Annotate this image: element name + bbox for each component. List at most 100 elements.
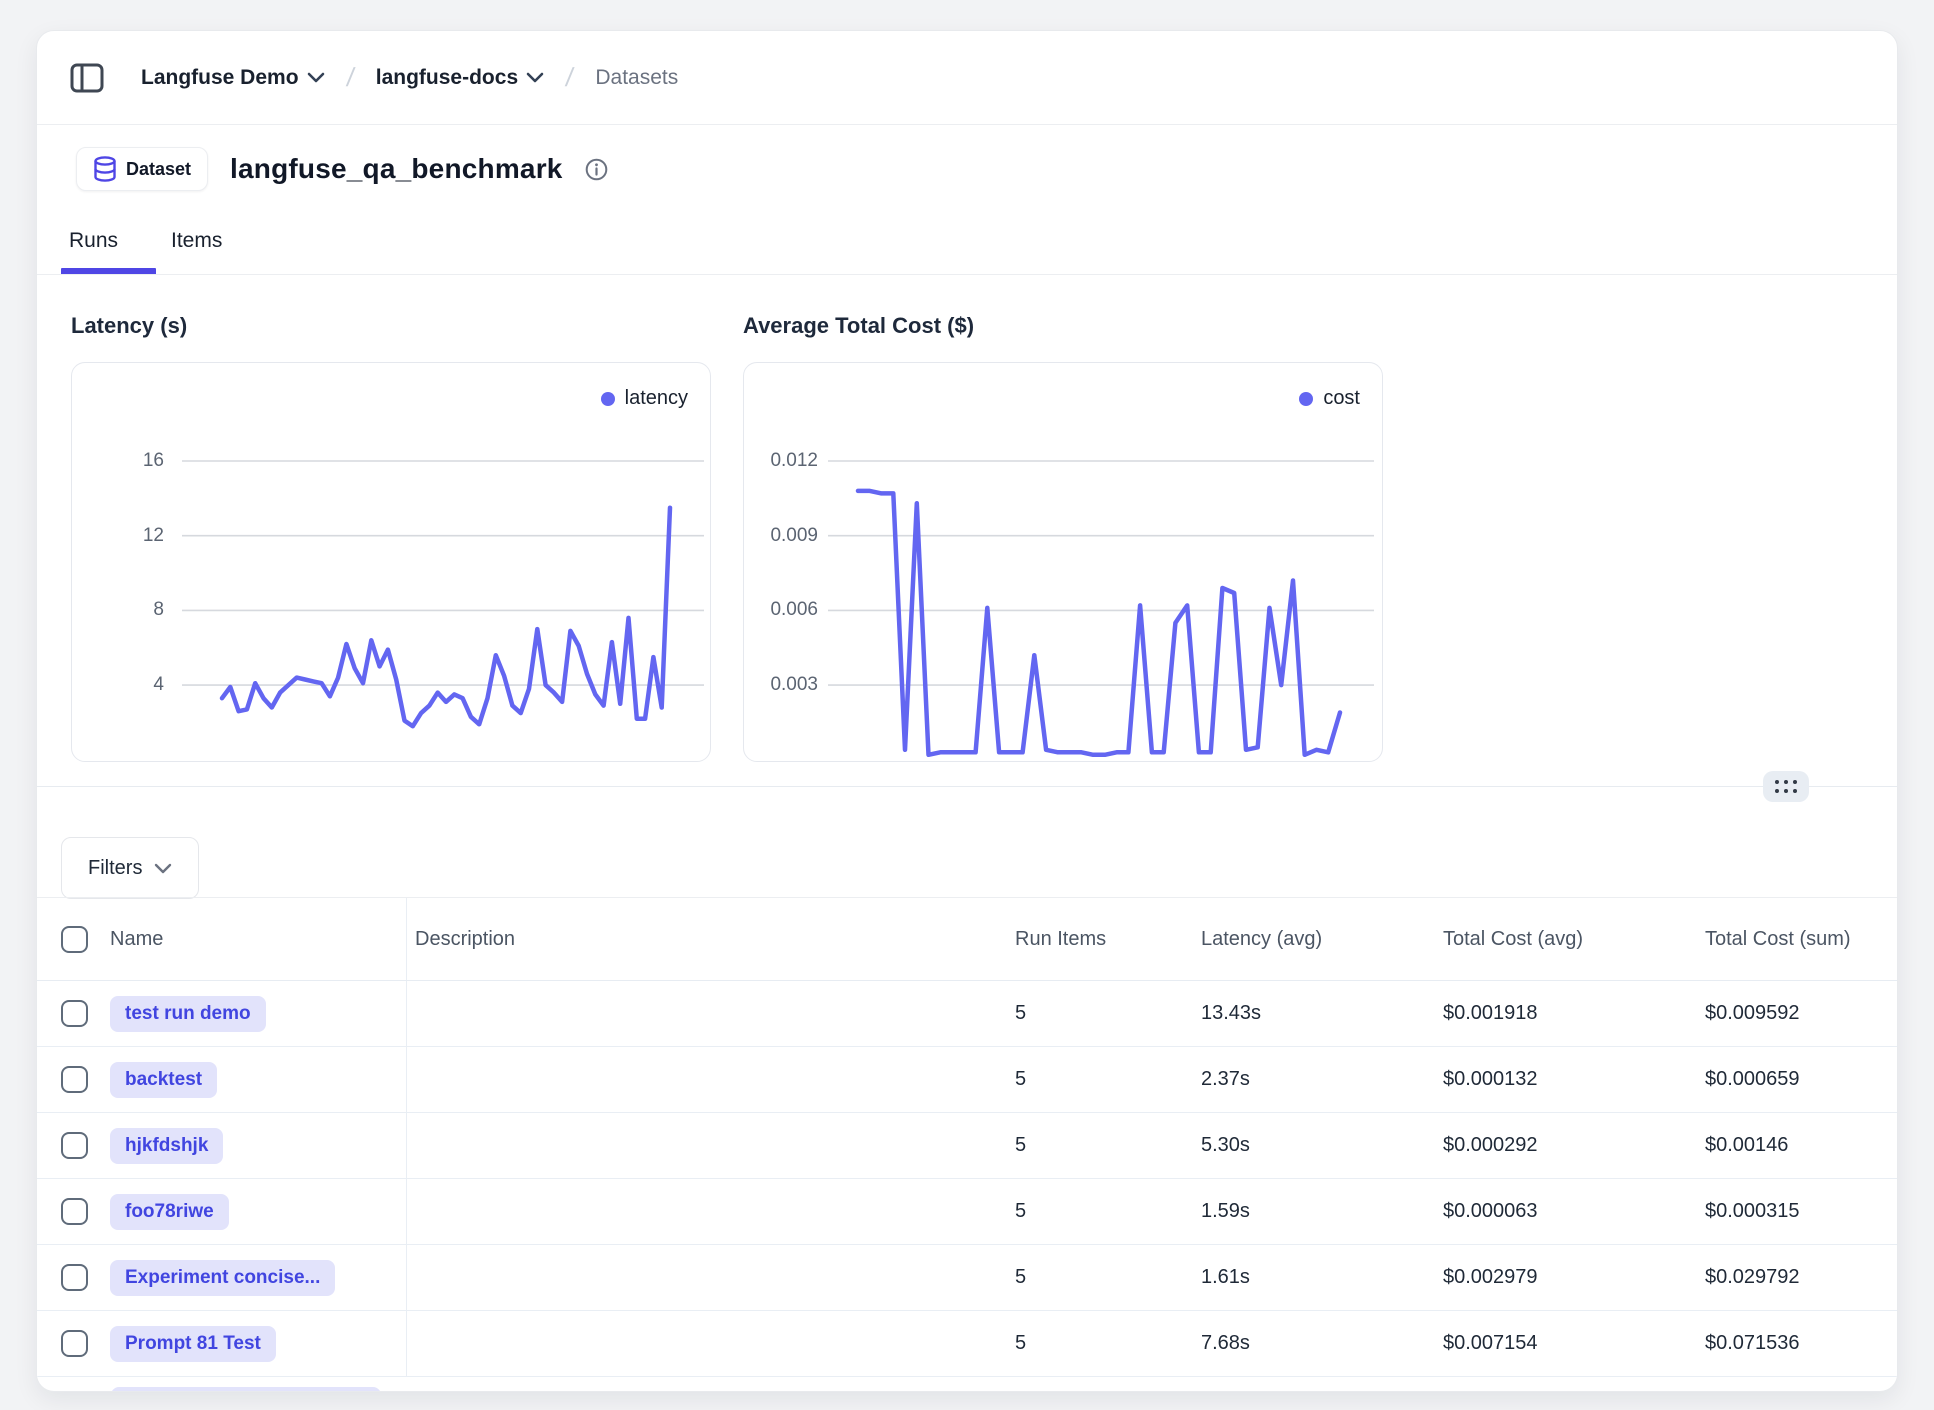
row-checkbox[interactable]: [61, 1264, 88, 1291]
chevron-down-icon: [307, 72, 325, 83]
cost-legend: cost: [1299, 387, 1360, 410]
breadcrumb-project[interactable]: langfuse-docs: [376, 66, 544, 90]
breadcrumb-datasets[interactable]: Datasets: [595, 66, 678, 90]
latency-line-plot: [72, 363, 712, 763]
app-window: Langfuse Demo / langfuse-docs / Datasets…: [36, 30, 1898, 1392]
row-checkbox[interactable]: [61, 1198, 88, 1225]
section-divider: [37, 786, 1897, 787]
run-items-cell: 5: [1007, 1134, 1193, 1157]
name-cell: Experiment concise...: [37, 1245, 407, 1310]
latency-avg-cell: 5.30s: [1193, 1134, 1435, 1157]
total-cost-sum-cell: $0.000659: [1697, 1068, 1897, 1091]
cost-line-plot: [744, 363, 1384, 763]
total-cost-avg-cell: $0.000132: [1435, 1068, 1697, 1091]
runs-table: Name Description Run Items Latency (avg)…: [37, 897, 1897, 1392]
cost-legend-label: cost: [1323, 387, 1360, 410]
name-cell: test run demo: [37, 981, 407, 1046]
run-items-cell: 5: [1007, 1266, 1193, 1289]
page-title: langfuse_qa_benchmark: [230, 153, 563, 185]
panel-left-icon: [70, 63, 104, 93]
legend-dot-icon: [601, 392, 615, 406]
cost-chart: 0.012 0.009 0.006 0.003 cost: [743, 362, 1383, 762]
total-cost-avg-cell: $0.007154: [1435, 1332, 1697, 1355]
header-total-cost-avg: Total Cost (avg): [1435, 928, 1697, 951]
total-cost-avg-cell: $0.002979: [1435, 1266, 1697, 1289]
breadcrumb-org[interactable]: Langfuse Demo: [141, 66, 325, 90]
run-name-badge[interactable]: foo78riwe: [110, 1194, 229, 1230]
row-checkbox[interactable]: [61, 1330, 88, 1357]
table-row[interactable]: Experiment concise... 5 1.61s $0.002979 …: [37, 1245, 1897, 1311]
latency-avg-cell: 13.43s: [1193, 1002, 1435, 1025]
tabs-divider: [37, 274, 1897, 275]
legend-dot-icon: [1299, 392, 1313, 406]
total-cost-sum-cell: $0.029792: [1697, 1266, 1897, 1289]
cost-ytick-0009: 0.009: [744, 523, 818, 549]
header-description: Description: [407, 928, 1007, 951]
run-items-cell: 5: [1007, 1002, 1193, 1025]
total-cost-avg-cell: $0.000063: [1435, 1200, 1697, 1223]
latency-ytick-16: 16: [72, 448, 164, 474]
filters-button[interactable]: Filters: [61, 837, 199, 899]
run-name-badge[interactable]: backtest: [110, 1062, 217, 1098]
latency-avg-cell: 1.61s: [1193, 1266, 1435, 1289]
table-row[interactable]: foo78riwe 5 1.59s $0.000063 $0.000315: [37, 1179, 1897, 1245]
latency-chart-title: Latency (s): [71, 313, 187, 339]
table-row[interactable]: hjkfdshjk 5 5.30s $0.000292 $0.00146: [37, 1113, 1897, 1179]
total-cost-avg-cell: $0.001918: [1435, 1002, 1697, 1025]
breadcrumb-org-label: Langfuse Demo: [141, 66, 299, 90]
latency-ytick-4: 4: [72, 672, 164, 698]
tab-runs[interactable]: Runs: [69, 229, 118, 253]
header-latency-avg: Latency (avg): [1193, 928, 1435, 951]
run-items-cell: 5: [1007, 1332, 1193, 1355]
name-cell: Prompt 81 Test: [37, 1311, 407, 1376]
cost-ytick-0012: 0.012: [744, 448, 818, 474]
dataset-badge-label: Dataset: [126, 159, 191, 180]
header-name: Name: [37, 898, 407, 980]
breadcrumb-separator: /: [556, 62, 584, 93]
run-name-badge[interactable]: test run demo: [110, 996, 266, 1032]
table-header-row: Name Description Run Items Latency (avg)…: [37, 897, 1897, 981]
latency-avg-cell: 2.37s: [1193, 1068, 1435, 1091]
run-name-badge[interactable]: Prompt 81 Test: [110, 1326, 276, 1362]
select-all-checkbox[interactable]: [61, 926, 88, 953]
run-name-badge-partial: [111, 1387, 381, 1392]
info-icon[interactable]: [585, 158, 608, 181]
resize-drag-handle[interactable]: [1763, 771, 1809, 802]
row-checkbox[interactable]: [61, 1066, 88, 1093]
filters-button-label: Filters: [88, 857, 142, 880]
breadcrumb-datasets-label: Datasets: [595, 66, 678, 90]
total-cost-sum-cell: $0.00146: [1697, 1134, 1897, 1157]
header-total-cost-sum: Total Cost (sum): [1697, 928, 1897, 951]
latency-ytick-12: 12: [72, 523, 164, 549]
table-row-partial[interactable]: [37, 1377, 1897, 1392]
database-icon: [93, 156, 117, 182]
total-cost-sum-cell: $0.071536: [1697, 1332, 1897, 1355]
total-cost-sum-cell: $0.000315: [1697, 1200, 1897, 1223]
table-row[interactable]: test run demo 5 13.43s $0.001918 $0.0095…: [37, 981, 1897, 1047]
grip-dots-icon: [1774, 779, 1798, 794]
latency-avg-cell: 1.59s: [1193, 1200, 1435, 1223]
dataset-header: Dataset langfuse_qa_benchmark: [76, 147, 608, 191]
tab-items[interactable]: Items: [171, 229, 222, 253]
table-row[interactable]: Prompt 81 Test 5 7.68s $0.007154 $0.0715…: [37, 1311, 1897, 1377]
latency-legend: latency: [601, 387, 688, 410]
latency-avg-cell: 7.68s: [1193, 1332, 1435, 1355]
row-checkbox[interactable]: [61, 1132, 88, 1159]
total-cost-sum-cell: $0.009592: [1697, 1002, 1897, 1025]
table-row[interactable]: backtest 5 2.37s $0.000132 $0.000659: [37, 1047, 1897, 1113]
latency-ytick-8: 8: [72, 597, 164, 623]
run-name-badge[interactable]: hjkfdshjk: [110, 1128, 223, 1164]
chevron-down-icon: [154, 863, 172, 874]
run-name-badge[interactable]: Experiment concise...: [110, 1260, 335, 1296]
header-name-label: Name: [110, 928, 163, 951]
breadcrumb-project-label: langfuse-docs: [376, 66, 518, 90]
cost-ytick-0003: 0.003: [744, 672, 818, 698]
sidebar-toggle-button[interactable]: [65, 56, 109, 100]
name-cell: backtest: [37, 1047, 407, 1112]
run-items-cell: 5: [1007, 1068, 1193, 1091]
cost-chart-title: Average Total Cost ($): [743, 313, 974, 339]
row-checkbox[interactable]: [61, 1000, 88, 1027]
name-cell: hjkfdshjk: [37, 1113, 407, 1178]
name-cell: foo78riwe: [37, 1179, 407, 1244]
run-items-cell: 5: [1007, 1200, 1193, 1223]
